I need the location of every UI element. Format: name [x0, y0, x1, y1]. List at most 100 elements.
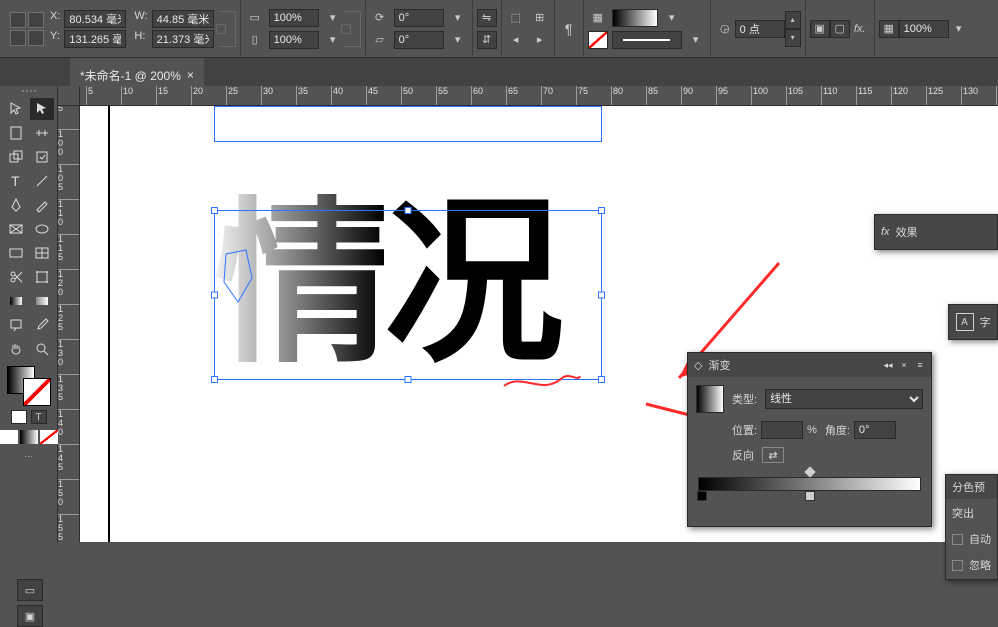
fill-stroke-proxy[interactable]	[7, 366, 51, 406]
resize-handle[interactable]	[405, 207, 412, 214]
character-panel-collapsed[interactable]: A 字	[948, 304, 998, 340]
gradient-ramp[interactable]	[698, 477, 921, 491]
prev-object-icon[interactable]: ◂	[506, 31, 526, 49]
stroke-proxy[interactable]	[23, 378, 51, 406]
eyedropper-tool[interactable]	[30, 314, 54, 336]
selection-tool[interactable]	[4, 98, 28, 120]
scissors-tool[interactable]	[4, 266, 28, 288]
gradient-midpoint[interactable]	[804, 466, 815, 477]
normal-view-button[interactable]: ▭	[17, 579, 43, 601]
x-input[interactable]	[64, 10, 126, 28]
fit-content-icon[interactable]: ▣	[810, 20, 830, 38]
resize-handle[interactable]	[598, 207, 605, 214]
toolbox-grip[interactable]	[9, 90, 49, 96]
stroke-style-preview[interactable]	[612, 31, 682, 49]
paragraph-style-icon[interactable]: ¶	[559, 20, 579, 38]
type-tool[interactable]: T	[4, 170, 28, 192]
document-tab[interactable]: *未命名-1 @ 200% ×	[70, 58, 204, 86]
corner-input[interactable]	[735, 20, 785, 38]
table-tool[interactable]	[30, 242, 54, 264]
gradient-swatch-tool[interactable]	[4, 290, 28, 312]
panel-menu-icon[interactable]: ≡	[915, 360, 925, 370]
gradient-type-select[interactable]: 线性	[765, 389, 923, 409]
reference-point-selector[interactable]	[10, 12, 44, 46]
chevron-down-icon[interactable]: ▾	[448, 31, 468, 49]
direct-selection-tool[interactable]	[30, 98, 54, 120]
rectangle-frame-tool[interactable]	[4, 218, 28, 240]
fx-icon[interactable]: fx.	[850, 20, 870, 38]
resize-handle[interactable]	[211, 207, 218, 214]
resize-handle[interactable]	[598, 292, 605, 299]
selection-bounding-box[interactable]	[214, 210, 602, 380]
stroke-none-swatch[interactable]	[588, 31, 608, 49]
next-object-icon[interactable]: ▸	[530, 31, 550, 49]
page-tool[interactable]	[4, 122, 28, 144]
chevron-down-icon[interactable]: ▾	[323, 31, 343, 49]
gradient-stop-start[interactable]	[697, 491, 707, 501]
empty-text-frame[interactable]	[214, 106, 602, 142]
scale-w-input[interactable]	[269, 9, 319, 27]
resize-handle[interactable]	[211, 292, 218, 299]
rotate-input[interactable]	[394, 9, 444, 27]
link-scale-toggle[interactable]	[345, 11, 361, 47]
w-input[interactable]	[152, 10, 214, 28]
chevron-down-icon[interactable]: ▾	[662, 9, 682, 27]
chevron-down-icon[interactable]: ▾	[323, 9, 343, 27]
select-content-icon[interactable]: ⊞	[530, 9, 550, 27]
checkbox[interactable]	[952, 534, 963, 545]
gap-tool[interactable]	[30, 122, 54, 144]
close-tab-icon[interactable]: ×	[187, 68, 194, 82]
collapse-icon[interactable]: ◇	[694, 359, 702, 372]
shear-input[interactable]	[394, 31, 444, 49]
flip-vertical-button[interactable]: ⇵	[477, 31, 497, 49]
corner-stepper[interactable]: ▴▾	[785, 11, 801, 47]
gradient-position-input[interactable]	[761, 421, 803, 439]
scale-h-input[interactable]	[269, 31, 319, 49]
note-tool[interactable]	[4, 314, 28, 336]
rectangle-tool[interactable]	[4, 242, 28, 264]
gradient-preview-swatch[interactable]	[696, 385, 724, 413]
vertical-ruler[interactable]: 9510010511011512012513013514014515015516…	[58, 106, 80, 542]
separations-item-1[interactable]: 突出	[952, 505, 991, 521]
checkbox[interactable]	[952, 560, 963, 571]
content-collector-tool[interactable]	[4, 146, 28, 168]
chevron-down-icon[interactable]: ▾	[448, 9, 468, 27]
ruler-origin[interactable]	[58, 86, 80, 106]
resize-handle[interactable]	[211, 376, 218, 383]
content-placer-tool[interactable]	[30, 146, 54, 168]
pen-tool[interactable]	[4, 194, 28, 216]
resize-handle[interactable]	[598, 376, 605, 383]
zoom-tool[interactable]	[30, 338, 54, 360]
preview-view-button[interactable]: ▣	[17, 605, 43, 627]
separations-panel[interactable]: 分色预 突出 自动 忽略	[945, 474, 998, 580]
select-container-icon[interactable]: ⬚	[506, 9, 526, 27]
gradient-reverse-button[interactable]: ⇄	[762, 447, 784, 463]
hand-tool[interactable]	[4, 338, 28, 360]
gradient-panel[interactable]: ◇ 渐变 ◂◂ × ≡ 类型: 线性 位置:% 角度: 反向 ⇄	[687, 352, 932, 527]
gradient-angle-input[interactable]	[854, 421, 896, 439]
character-panel-label: 字	[980, 314, 991, 330]
panel-close-icon[interactable]: ×	[899, 360, 909, 370]
line-tool[interactable]	[30, 170, 54, 192]
fill-swatch[interactable]	[612, 9, 658, 27]
flip-horizontal-button[interactable]: ⇋	[477, 9, 497, 27]
chevron-down-icon[interactable]: ▾	[949, 20, 969, 38]
ellipse-tool[interactable]	[30, 218, 54, 240]
text-wrap-icon[interactable]: ▦	[588, 9, 608, 27]
gradient-stop-end[interactable]	[805, 491, 815, 501]
y-input[interactable]	[64, 30, 126, 48]
h-input[interactable]	[152, 30, 214, 48]
color-mode-row[interactable]	[0, 430, 58, 444]
apply-to-container-text[interactable]: T	[11, 410, 47, 424]
opacity-input[interactable]	[899, 20, 949, 38]
resize-handle[interactable]	[405, 376, 412, 383]
panel-collapse-icon[interactable]: ◂◂	[883, 360, 893, 370]
fit-frame-icon[interactable]: ▢	[830, 20, 850, 38]
gradient-feather-tool[interactable]	[30, 290, 54, 312]
effects-panel[interactable]: fx 效果	[874, 214, 998, 250]
free-transform-tool[interactable]	[30, 266, 54, 288]
pencil-tool[interactable]	[30, 194, 54, 216]
link-wh-toggle[interactable]	[220, 11, 236, 47]
horizontal-ruler[interactable]: 5101520253035404550556065707580859095100…	[80, 86, 998, 106]
chevron-down-icon[interactable]: ▾	[686, 31, 706, 49]
